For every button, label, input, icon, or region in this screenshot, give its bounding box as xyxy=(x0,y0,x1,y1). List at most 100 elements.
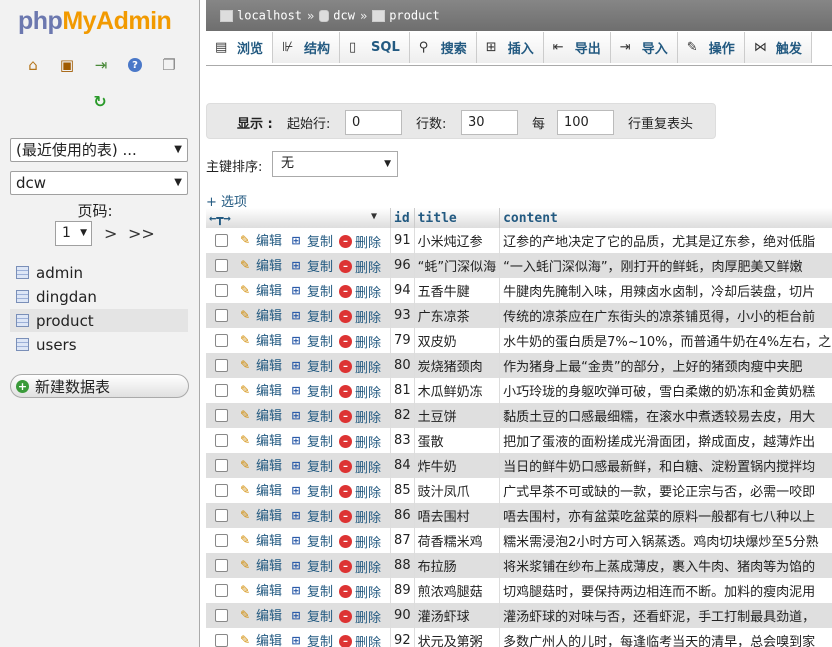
cell-title[interactable]: 炸牛奶 xyxy=(414,453,501,478)
column-menu-icon[interactable]: ▼ xyxy=(371,211,377,222)
edit-link[interactable]: ✎ 编辑 xyxy=(237,305,282,325)
row-checkbox[interactable] xyxy=(215,558,228,572)
edit-link[interactable]: ✎ 编辑 xyxy=(237,555,282,575)
docs-icon[interactable]: ❐ xyxy=(158,55,180,75)
cell-title[interactable]: 荷香糯米鸡 xyxy=(414,528,501,553)
nav-table-admin[interactable]: admin xyxy=(10,261,188,284)
edit-link[interactable]: ✎ 编辑 xyxy=(237,255,282,275)
breadcrumb-table[interactable]: product xyxy=(389,9,440,23)
edit-link[interactable]: ✎ 编辑 xyxy=(237,405,282,425)
cell-title[interactable]: 炭烧猪颈肉 xyxy=(414,353,501,378)
page-next-link[interactable]: > xyxy=(104,224,117,243)
row-checkbox[interactable] xyxy=(215,383,228,397)
cell-title[interactable]: 豉汁凤爪 xyxy=(414,478,501,503)
row-checkbox[interactable] xyxy=(215,483,228,497)
cell-id[interactable]: 93 xyxy=(390,303,415,328)
sort-select[interactable]: 无 ▼ xyxy=(272,151,398,177)
copy-link[interactable]: ⊞ 复制 xyxy=(288,281,333,300)
row-checkbox[interactable] xyxy=(215,533,228,547)
tab-search[interactable]: ⚲ 搜索 xyxy=(409,32,477,63)
tab-export[interactable]: ⇤ 导出 xyxy=(543,32,611,63)
cell-content[interactable]: 唔去围村，亦有盆菜吃盆菜的原料一般都有七八种以上 xyxy=(499,503,832,528)
cell-id[interactable]: 86 xyxy=(390,503,415,528)
home-icon[interactable]: ⌂ xyxy=(22,55,44,75)
delete-link[interactable]: – 删除 xyxy=(339,357,381,376)
copy-link[interactable]: ⊞ 复制 xyxy=(288,581,333,600)
cell-content[interactable]: 水牛奶的蛋白质是7%~10%，而普通牛奶在4%左右，之 xyxy=(499,328,832,353)
cell-title[interactable]: 土豆饼 xyxy=(414,403,501,428)
cell-content[interactable]: 传统的凉茶应在广东街头的凉茶铺觅得，小小的柜台前 xyxy=(499,303,832,328)
copy-link[interactable]: ⊞ 复制 xyxy=(288,631,333,647)
cell-id[interactable]: 89 xyxy=(390,578,415,603)
delete-link[interactable]: – 删除 xyxy=(339,407,381,426)
column-header-content[interactable]: content xyxy=(499,208,832,228)
cell-id[interactable]: 80 xyxy=(390,353,415,378)
reload-icon[interactable]: ↻ xyxy=(90,91,110,111)
cell-title[interactable]: 灌汤虾球 xyxy=(414,603,501,628)
tab-insert[interactable]: ⊞ 插入 xyxy=(476,32,544,63)
row-checkbox[interactable] xyxy=(215,308,228,322)
cell-id[interactable]: 96 xyxy=(390,253,415,278)
delete-link[interactable]: – 删除 xyxy=(339,282,381,301)
edit-link[interactable]: ✎ 编辑 xyxy=(237,355,282,375)
breadcrumb-database[interactable]: dcw xyxy=(333,9,355,23)
copy-link[interactable]: ⊞ 复制 xyxy=(288,331,333,350)
row-checkbox[interactable] xyxy=(215,233,228,247)
cell-id[interactable]: 91 xyxy=(390,228,415,253)
column-header-id[interactable]: id xyxy=(390,208,415,228)
cell-title[interactable]: 广东凉茶 xyxy=(414,303,501,328)
cell-content[interactable]: 牛腱肉先腌制入味，用辣卤水卤制，冷却后装盘，切片 xyxy=(499,278,832,303)
column-header-title[interactable]: title xyxy=(414,208,501,228)
row-checkbox[interactable] xyxy=(215,258,228,272)
row-checkbox[interactable] xyxy=(215,433,228,447)
start-row-input[interactable]: 0 xyxy=(345,110,402,135)
edit-link[interactable]: ✎ 编辑 xyxy=(237,330,282,350)
cell-content[interactable]: 当日的鲜牛奶口感最新鲜，和白糖、淀粉置锅内搅拌均 xyxy=(499,453,832,478)
cell-content[interactable]: 把加了蛋液的面粉搓成光滑面团，擀成面皮，越薄炸出 xyxy=(499,428,832,453)
edit-link[interactable]: ✎ 编辑 xyxy=(237,280,282,300)
delete-link[interactable]: – 删除 xyxy=(339,532,381,551)
copy-link[interactable]: ⊞ 复制 xyxy=(288,506,333,525)
row-checkbox[interactable] xyxy=(215,283,228,297)
cell-id[interactable]: 83 xyxy=(390,428,415,453)
edit-link[interactable]: ✎ 编辑 xyxy=(237,430,282,450)
edit-link[interactable]: ✎ 编辑 xyxy=(237,230,282,250)
cell-title[interactable]: 五香牛腱 xyxy=(414,278,501,303)
row-checkbox[interactable] xyxy=(215,458,228,472)
copy-link[interactable]: ⊞ 复制 xyxy=(288,606,333,625)
copy-link[interactable]: ⊞ 复制 xyxy=(288,431,333,450)
delete-link[interactable]: – 删除 xyxy=(339,607,381,626)
edit-link[interactable]: ✎ 编辑 xyxy=(237,480,282,500)
copy-link[interactable]: ⊞ 复制 xyxy=(288,256,333,275)
tab-operations[interactable]: ✎ 操作 xyxy=(677,32,745,63)
delete-link[interactable]: – 删除 xyxy=(339,482,381,501)
row-checkbox[interactable] xyxy=(215,583,228,597)
tab-structure[interactable]: ⊮ 结构 xyxy=(273,32,341,63)
copy-link[interactable]: ⊞ 复制 xyxy=(288,231,333,250)
breadcrumb-server[interactable]: localhost xyxy=(237,9,302,23)
query-window-icon[interactable]: ⇥ xyxy=(90,55,112,75)
delete-link[interactable]: – 删除 xyxy=(339,307,381,326)
cell-title[interactable]: “蚝”门深似海 xyxy=(414,253,501,278)
tab-import[interactable]: ⇥ 导入 xyxy=(610,32,678,63)
column-arrows-icon[interactable]: ←┳→ xyxy=(209,211,231,225)
cell-content[interactable]: 多数广州人的儿时，每逢临考当天的清早，总会嗅到家 xyxy=(499,628,832,647)
edit-link[interactable]: ✎ 编辑 xyxy=(237,530,282,550)
cell-id[interactable]: 87 xyxy=(390,528,415,553)
new-table-button[interactable]: + 新建数据表 xyxy=(10,374,189,398)
copy-link[interactable]: ⊞ 复制 xyxy=(288,306,333,325)
row-checkbox[interactable] xyxy=(215,508,228,522)
copy-link[interactable]: ⊞ 复制 xyxy=(288,406,333,425)
delete-link[interactable]: – 删除 xyxy=(339,557,381,576)
cell-id[interactable]: 85 xyxy=(390,478,415,503)
cell-title[interactable]: 布拉肠 xyxy=(414,553,501,578)
cell-title[interactable]: 唔去围村 xyxy=(414,503,501,528)
delete-link[interactable]: – 删除 xyxy=(339,632,381,647)
tab-sql[interactable]: ▯ SQL xyxy=(340,32,410,63)
delete-link[interactable]: – 删除 xyxy=(339,382,381,401)
cell-content[interactable]: 小巧玲珑的身躯吹弹可破，雪白柔嫩的奶冻和金黄奶糕 xyxy=(499,378,832,403)
row-checkbox[interactable] xyxy=(215,358,228,372)
phpmyadmin-logo[interactable]: phpMyAdmin xyxy=(18,7,172,36)
cell-content[interactable]: 糯米需浸泡2小时方可入锅蒸透。鸡肉切块爆炒至5分熟 xyxy=(499,528,832,553)
nav-table-product[interactable]: product xyxy=(10,309,188,332)
